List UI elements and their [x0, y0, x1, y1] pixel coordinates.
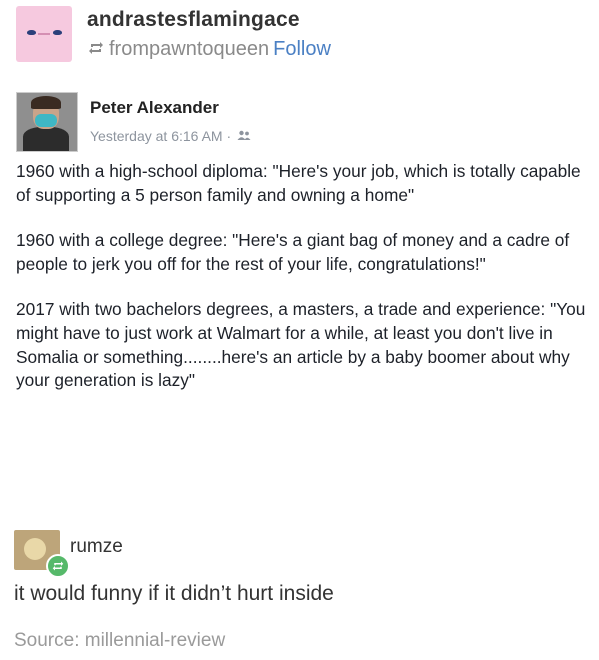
reply-comment: it would funny if it didn’t hurt inside [14, 582, 334, 605]
reblogger-username[interactable]: andrastesflamingace [87, 8, 300, 32]
reblog-header: andrastesflamingace frompawntoqueen Follo… [14, 6, 584, 66]
post-paragraph-1: 1960 with a high-school diploma: "Here's… [16, 161, 581, 205]
author-avatar[interactable] [16, 92, 78, 152]
reblog-source-line: frompawntoqueen Follow [87, 38, 331, 61]
reblogged-from-username[interactable]: frompawntoqueen [109, 38, 269, 60]
reblog-badge-icon [46, 554, 70, 578]
post-meta: Yesterday at 6:16 AM · [90, 128, 251, 144]
post-paragraph-2: 1960 with a college degree: "Here's a gi… [16, 230, 570, 274]
reblog-icon [87, 38, 105, 61]
avatar-flower [24, 538, 46, 560]
avatar-eye-right [53, 30, 62, 35]
follow-button[interactable]: Follow [273, 38, 331, 60]
source-link[interactable]: Source: millennial-review [14, 630, 225, 652]
avatar-mask [35, 114, 57, 127]
avatar-mouth [38, 33, 50, 35]
friends-icon[interactable] [237, 130, 251, 144]
author-name[interactable]: Peter Alexander [90, 98, 219, 118]
avatar-body [23, 127, 69, 151]
reblogger-avatar[interactable] [16, 6, 72, 62]
reply-username[interactable]: rumze [70, 536, 123, 558]
avatar-eye-left [27, 30, 36, 35]
post-paragraph-3: 2017 with two bachelors degrees, a maste… [16, 299, 586, 391]
post-timestamp[interactable]: Yesterday at 6:16 AM [90, 128, 223, 144]
meta-separator: · [226, 128, 232, 144]
reply-header: rumze [14, 530, 584, 578]
avatar-hair [31, 96, 61, 109]
post-body: 1960 with a high-school diploma: "Here's… [16, 160, 586, 415]
